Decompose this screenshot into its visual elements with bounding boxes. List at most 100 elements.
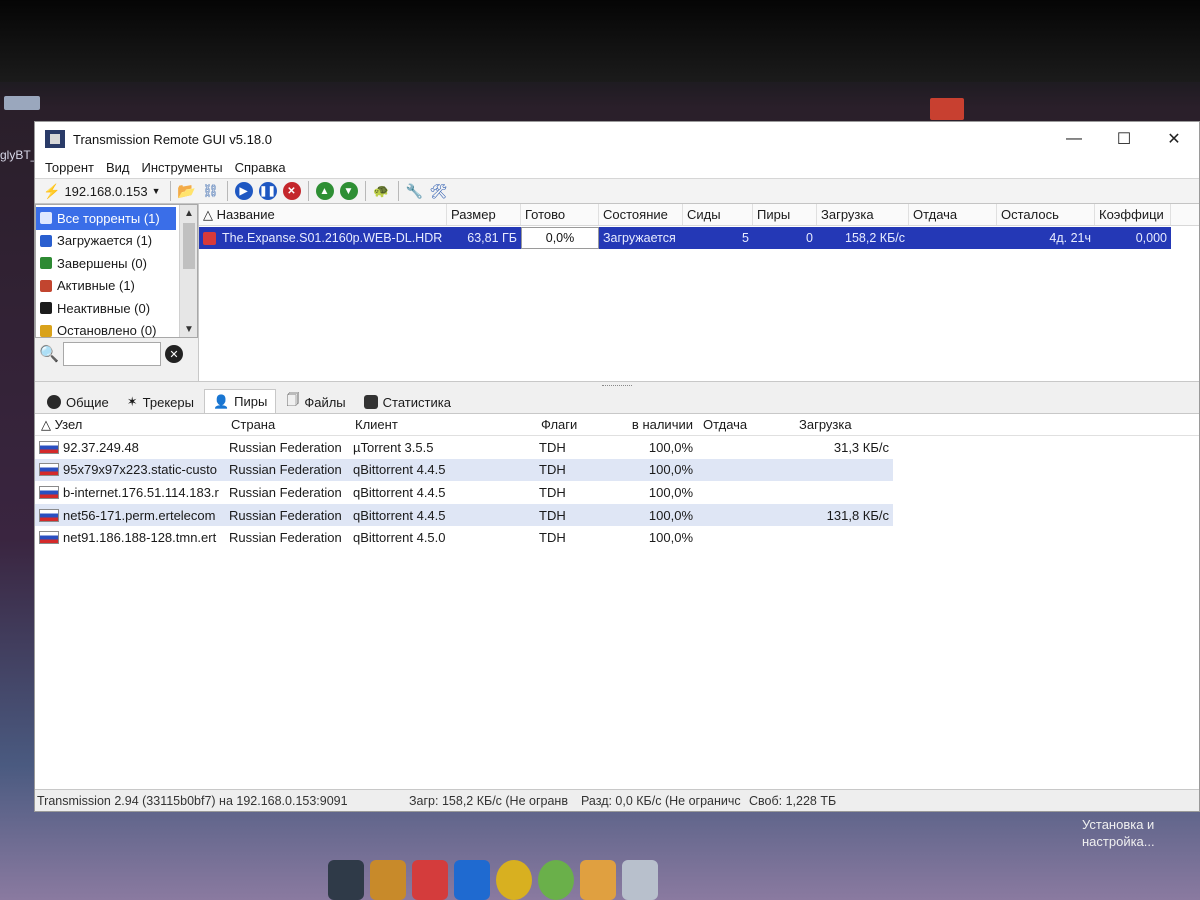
move-up-button[interactable]: ▲ (314, 180, 336, 202)
filter-stopped[interactable]: Остановлено (0) (36, 320, 176, 343)
column-ratio[interactable]: Коэффици (1095, 204, 1171, 225)
peer-flags: TDH (539, 530, 566, 546)
menu-torrent[interactable]: Торрент (39, 160, 100, 175)
column-have[interactable]: в наличии (617, 414, 697, 435)
tab-label: Трекеры (142, 394, 194, 410)
filter-label: Все торренты (1) (57, 210, 160, 226)
filter-inactive[interactable]: Неактивные (0) (36, 297, 176, 320)
column-done[interactable]: Готово (521, 204, 599, 225)
column-flags[interactable]: Флаги (535, 414, 617, 435)
column-client[interactable]: Клиент (349, 414, 535, 435)
peer-download: 31,3 КБ/с (833, 439, 889, 455)
peer-row[interactable]: 95x79x97x223.static-custo Russian Federa… (35, 458, 893, 482)
tab-files[interactable]: 🗍 Файлы (278, 391, 353, 413)
peer-row[interactable]: net91.186.188-128.tmn.ert Russian Federa… (35, 526, 893, 549)
torrent-ratio: 0,000 (1095, 227, 1171, 249)
peer-row[interactable]: b-internet.176.51.114.183.r Russian Fede… (35, 481, 893, 504)
column-size[interactable]: Размер (447, 204, 521, 225)
filter-all[interactable]: Все торренты (1) (36, 207, 176, 230)
column-country[interactable]: Страна (225, 414, 349, 435)
peer-row[interactable]: net56-171.perm.ertelecom Russian Federat… (35, 503, 893, 527)
add-link-button[interactable]: ⛓ (200, 180, 222, 202)
clear-search-icon[interactable]: ✕ (164, 345, 183, 363)
computer-icon[interactable] (328, 860, 364, 900)
torrent-size: 63,81 ГБ (447, 227, 521, 249)
russia-flag-icon (39, 508, 59, 522)
app-settings-button[interactable]: 🛠 (428, 180, 450, 202)
peer-client: qBittorrent 4.4.5 (353, 507, 446, 523)
toolbar-separator (307, 181, 309, 201)
column-peer-download[interactable]: Загрузка (793, 414, 893, 435)
speed-limit-button[interactable]: 🐢 (371, 180, 393, 202)
peers-list: △ Узел Страна Клиент Флаги в наличии Отд… (35, 414, 1199, 789)
torrent-row[interactable]: The.Expanse.S01.2160p.WEB-DL.HDR 63,81 Г… (199, 227, 1199, 249)
host-dropdown[interactable]: ⚡ 192.168.0.153 ▼ (39, 183, 165, 200)
search-input[interactable] (62, 342, 161, 366)
filter-scrollbar[interactable]: ▲ ▼ (179, 205, 197, 337)
filter-downloading[interactable]: Загружается (1) (36, 230, 176, 253)
tab-label: Файлы (304, 394, 346, 410)
peer-download (793, 459, 893, 482)
column-peers[interactable]: Пиры (753, 204, 817, 225)
torrent-name-cell: The.Expanse.S01.2160p.WEB-DL.HDR (199, 227, 447, 249)
open-torrent-button[interactable]: 📂 (176, 180, 198, 202)
column-name[interactable]: △ Название (199, 204, 447, 225)
tab-label: Статистика (382, 394, 451, 410)
peer-upload (697, 481, 793, 504)
daemon-settings-button[interactable]: 🔧 (404, 180, 426, 202)
chrome-icon[interactable] (496, 860, 532, 900)
tools-icon: 🛠 (429, 182, 448, 199)
tab-label: Общие (66, 394, 109, 410)
host-label: 192.168.0.153 (64, 183, 148, 199)
mouse-cursor-icon (1050, 343, 1072, 367)
setup-notification[interactable]: Установка и настройка... (1082, 816, 1192, 850)
column-seeds[interactable]: Сиды (683, 204, 753, 225)
tab-label: Пиры (234, 394, 268, 409)
desktop-shortcut-icon[interactable] (0, 90, 44, 118)
utorrent-icon[interactable] (538, 860, 574, 900)
info-icon (47, 395, 61, 409)
red-app-icon[interactable] (412, 860, 448, 900)
column-status[interactable]: Состояние (599, 204, 683, 225)
tab-statistics[interactable]: Статистика (356, 391, 459, 413)
column-upload[interactable]: Отдача (909, 204, 997, 225)
maximize-button[interactable]: ☐ (1099, 122, 1149, 156)
desktop-app-icon[interactable] (930, 98, 964, 120)
tab-peers[interactable]: 👤 Пиры (203, 389, 277, 413)
menu-view[interactable]: Вид (100, 160, 136, 175)
column-peer-upload[interactable]: Отдача (697, 414, 793, 435)
blue-app-icon[interactable] (454, 860, 490, 900)
torrent-status: Загружается (599, 227, 683, 249)
peer-country: Russian Federation (229, 439, 342, 455)
peer-flags: TDH (539, 507, 566, 523)
scroll-down-icon[interactable]: ▼ (180, 321, 198, 337)
column-host[interactable]: △ Узел (35, 414, 225, 435)
active-icon (40, 279, 52, 292)
close-button[interactable]: ✕ (1149, 122, 1199, 156)
peer-flags: TDH (539, 439, 566, 455)
status-bar: Transmission 2.94 (33115b0bf7) на 192.16… (35, 789, 1199, 811)
scroll-up-icon[interactable]: ▲ (180, 205, 198, 221)
peer-row[interactable]: 92.37.249.48 Russian Federation µTorrent… (35, 436, 893, 459)
move-down-button[interactable]: ▼ (338, 180, 360, 202)
tools-app-icon[interactable] (370, 860, 406, 900)
tab-general[interactable]: Общие (39, 391, 117, 413)
eye-app-icon[interactable] (580, 860, 616, 900)
menu-tools[interactable]: Инструменты (136, 160, 229, 175)
toolbar-separator (226, 181, 228, 201)
pause-button[interactable]: ❚❚ (257, 180, 279, 202)
filter-completed[interactable]: Завершены (0) (36, 252, 176, 275)
menu-help[interactable]: Справка (229, 160, 292, 175)
scrollbar-thumb[interactable] (183, 223, 195, 269)
pause-icon: ❚❚ (258, 182, 277, 200)
filter-active[interactable]: Активные (1) (36, 275, 176, 298)
column-eta[interactable]: Осталось (997, 204, 1095, 225)
torrent-list: △ Название Размер Готово Состояние Сиды … (199, 204, 1199, 381)
trash-icon[interactable] (622, 860, 658, 900)
tab-trackers[interactable]: ✶ Трекеры (119, 391, 202, 413)
column-download[interactable]: Загрузка (817, 204, 909, 225)
minimize-button[interactable]: — (1049, 122, 1099, 156)
start-button[interactable]: ▶ (233, 180, 255, 202)
wrench-icon: 🔧 (405, 182, 424, 199)
remove-button[interactable]: ✕ (281, 180, 303, 202)
